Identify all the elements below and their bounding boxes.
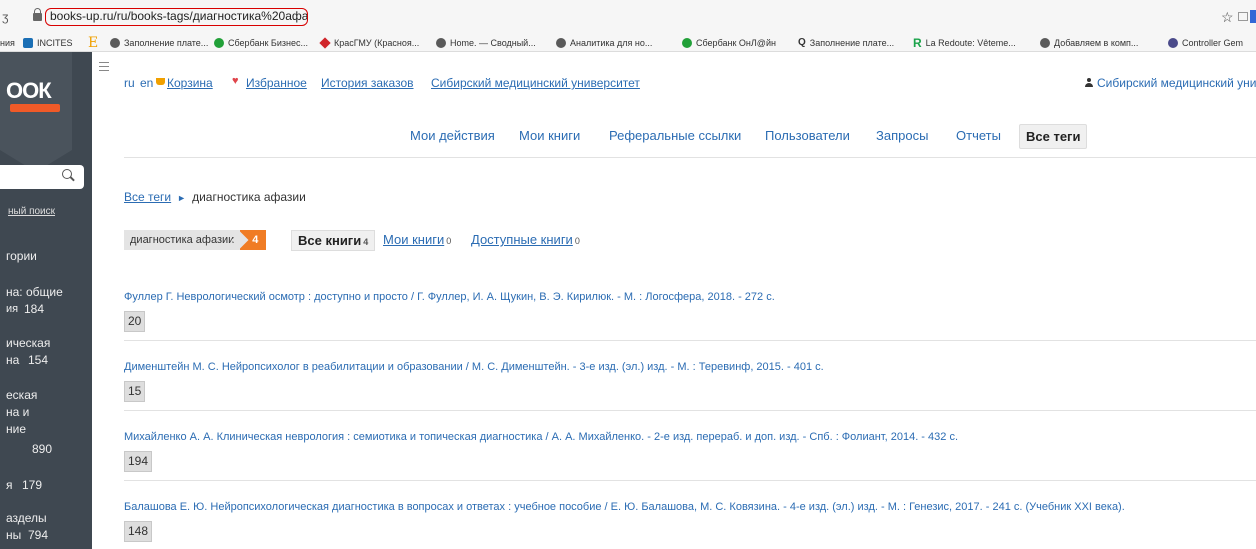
reader-icon[interactable] <box>1238 12 1248 21</box>
category-count: 890 <box>32 442 53 456</box>
book-title-link[interactable]: Михайленко А. А. Клиническая неврология … <box>124 431 1256 443</box>
star-icon[interactable]: ☆ <box>1221 9 1234 26</box>
bookmark-item[interactable]: Controller Gem <box>1168 36 1243 50</box>
q-icon: Q <box>798 37 806 48</box>
category-label[interactable]: азделы <box>6 511 47 526</box>
breadcrumb: Все теги ► диагностика афазии <box>124 190 306 204</box>
tab-requests[interactable]: Запросы <box>876 128 928 143</box>
bookmark-item[interactable]: Заполнение плате... <box>110 36 208 50</box>
category-count: 179 <box>22 478 43 492</box>
e-icon: E <box>88 35 99 51</box>
r-icon: R <box>913 36 922 50</box>
sberbank-icon <box>682 38 692 48</box>
filter-all-books[interactable]: Все книги 4 <box>291 230 376 251</box>
category-label[interactable]: ическая <box>6 336 50 351</box>
category-label[interactable]: на <box>6 353 19 368</box>
incites-icon <box>23 38 33 48</box>
menu-icon[interactable] <box>99 62 109 71</box>
globe-icon <box>436 38 446 48</box>
book-count-badge: 194 <box>124 451 153 472</box>
bookmark-item[interactable]: Q Заполнение плате... <box>798 36 894 50</box>
book-title-link[interactable]: Дименштейн М. С. Нейропсихолог в реабили… <box>124 361 1256 373</box>
bookmark-item[interactable]: R La Redoute: Vêteme... <box>913 36 1016 50</box>
bookmark-item[interactable]: Аналитика для но... <box>556 36 652 50</box>
breadcrumb-current: диагностика афазии <box>192 190 306 204</box>
book-item: Фуллер Г. Неврологический осмотр : досту… <box>124 291 1256 341</box>
breadcrumb-arrow-icon: ► <box>177 193 187 203</box>
book-title-link[interactable]: Балашова Е. Ю. Нейропсихологическая диаг… <box>124 501 1256 513</box>
tab-all-tags[interactable]: Все теги <box>1019 124 1088 149</box>
orders-link[interactable]: История заказов <box>321 76 414 90</box>
page: ʒ books-up.ru/ru/books-tags/диагностика%… <box>0 0 1256 549</box>
kgmu-icon <box>319 37 331 49</box>
url-field[interactable]: books-up.ru/ru/books-tags/диагностика%20… <box>45 8 308 26</box>
category-label[interactable]: еская <box>6 388 37 403</box>
sidebar-search-input[interactable] <box>0 165 84 189</box>
heart-icon: ♥ <box>232 75 239 87</box>
tag-name: диагностика афазии <box>124 230 241 250</box>
main-tabs: Мои действия Мои книги Реферальные ссылк… <box>0 122 1256 150</box>
category-label[interactable]: ны <box>6 528 21 543</box>
bookmark-item[interactable]: E <box>88 36 102 50</box>
book-item: Михайленко А. А. Клиническая неврология … <box>124 431 1256 481</box>
book-count-badge: 20 <box>124 311 146 332</box>
favorites-link[interactable]: Избранное <box>246 76 307 90</box>
logo-text: ООК <box>6 78 60 112</box>
category-label[interactable]: я <box>6 478 13 493</box>
basket-icon <box>156 78 165 85</box>
categories-title: гории <box>6 249 37 263</box>
tag-badge: диагностика афазии 4 <box>124 230 267 250</box>
globe-icon <box>110 38 120 48</box>
globe-icon <box>556 38 566 48</box>
filter-my-books[interactable]: Мои книги 0 <box>383 232 451 247</box>
user-icon <box>1085 78 1093 87</box>
category-count: 184 <box>24 302 45 316</box>
breadcrumb-root-link[interactable]: Все теги <box>124 190 171 204</box>
tab-users[interactable]: Пользователи <box>765 128 850 143</box>
book-item: Балашова Е. Ю. Нейропсихологическая диаг… <box>124 501 1256 542</box>
category-label[interactable]: ние <box>6 422 26 437</box>
nav-glyph: ʒ <box>2 10 9 24</box>
user-menu[interactable]: Сибирский медицинский университет <box>1085 76 1256 90</box>
bookmark-item[interactable]: КрасГМУ (Красноя... <box>319 36 419 50</box>
globe-icon <box>1040 38 1050 48</box>
user-name: Сибирский медицинский университет <box>1097 76 1256 90</box>
book-item: Дименштейн М. С. Нейропсихолог в реабили… <box>124 361 1256 411</box>
bookmarks-bar: ния INCITES E Заполнение плате... Сберба… <box>0 34 1256 52</box>
lang-ru-link[interactable]: ru <box>124 76 135 90</box>
category-count: 154 <box>28 353 49 367</box>
controller-icon <box>1168 38 1178 48</box>
bookmark-item[interactable]: Сбербанк ОнЛ@йн <box>682 36 776 50</box>
sberbank-icon <box>214 38 224 48</box>
bookmark-item[interactable]: Сбербанк Бизнес... <box>214 36 308 50</box>
divider <box>124 157 1256 158</box>
filter-available-books[interactable]: Доступные книги 0 <box>471 232 580 247</box>
tab-referral-links[interactable]: Реферальные ссылки <box>609 128 741 143</box>
search-icon[interactable] <box>62 169 72 179</box>
category-label[interactable]: на: общие <box>6 285 63 300</box>
category-label[interactable]: на и <box>6 405 29 420</box>
book-count-badge: 15 <box>124 381 146 402</box>
divider <box>124 410 1256 411</box>
divider <box>124 480 1256 481</box>
lang-en-link[interactable]: en <box>140 76 153 90</box>
extension-icon[interactable] <box>1250 10 1256 23</box>
cart-link[interactable]: Корзина <box>167 76 213 90</box>
category-prefix: ия <box>6 303 19 315</box>
lock-icon <box>33 8 42 21</box>
bookmark-item[interactable]: INCITES <box>23 36 73 50</box>
tab-my-actions[interactable]: Мои действия <box>410 128 495 143</box>
book-title-link[interactable]: Фуллер Г. Неврологический осмотр : досту… <box>124 291 1256 303</box>
category-count: 794 <box>28 528 49 542</box>
advanced-search-link[interactable]: ный поиск <box>8 206 55 217</box>
tab-my-books[interactable]: Мои книги <box>519 128 580 143</box>
divider <box>124 340 1256 341</box>
bookmark-item[interactable]: Добавляем в комп... <box>1040 36 1138 50</box>
browser-address-bar: ʒ books-up.ru/ru/books-tags/диагностика%… <box>0 0 1256 34</box>
org-link[interactable]: Сибирский медицинский университет <box>431 76 640 90</box>
bookmark-item[interactable]: Home. — Сводный... <box>436 36 536 50</box>
book-count-badge: 148 <box>124 521 153 542</box>
bookmark-item[interactable]: ния <box>0 36 15 50</box>
tab-reports[interactable]: Отчеты <box>956 128 1001 143</box>
